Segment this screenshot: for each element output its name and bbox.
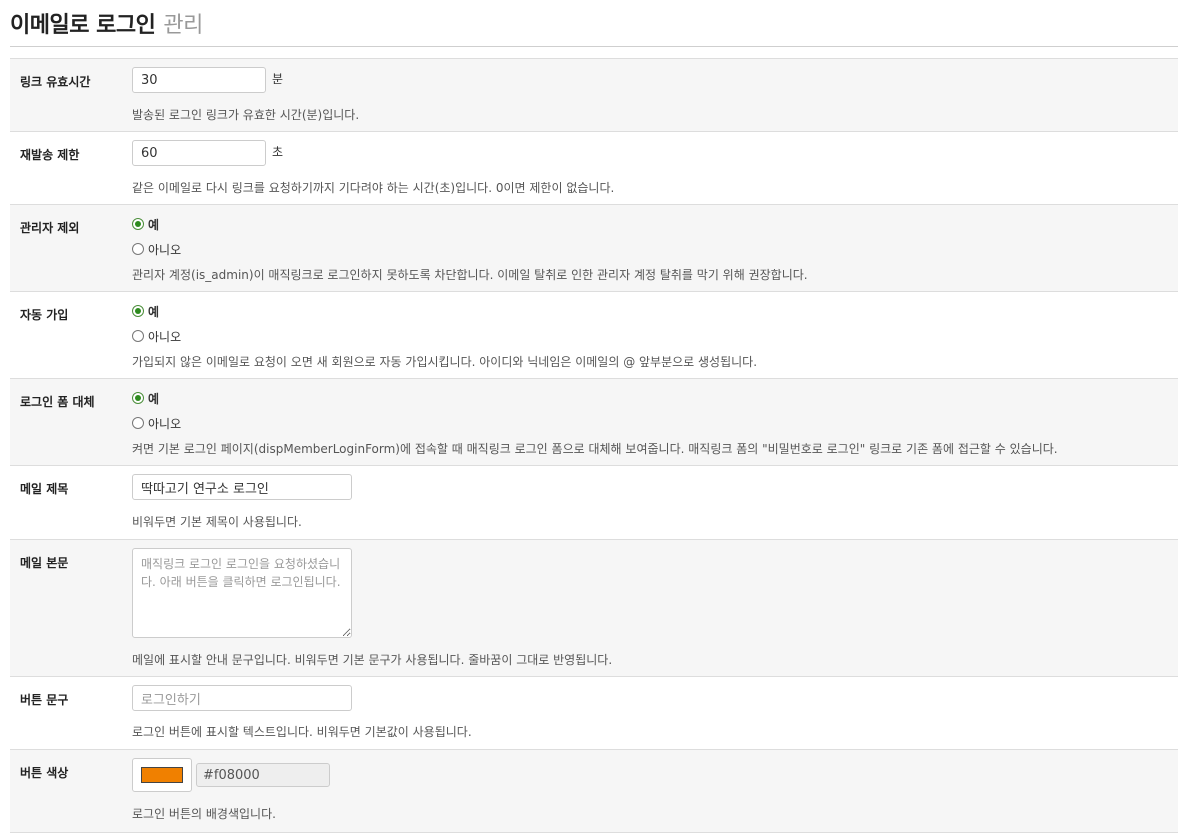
auto-signup-yes-radio[interactable]	[132, 305, 144, 317]
page-title-main: 이메일로 로그인	[10, 13, 156, 38]
link-ttl-control: 30 분	[132, 67, 1168, 93]
color-hex-input: #f08000	[196, 763, 330, 787]
exclude-admin-no-option[interactable]: 아니오	[132, 240, 1168, 258]
link-ttl-unit: 분	[272, 72, 284, 86]
mail-subject-label: 메일 제목	[20, 482, 69, 496]
mail-body-textarea[interactable]	[132, 548, 352, 638]
exclude-admin-yes-label[interactable]: 예	[148, 216, 159, 233]
auto-signup-no-label[interactable]: 아니오	[148, 328, 181, 345]
row-replace-form: 로그인 폼 대체 예 아니오 켜면 기본 로그인 페이지(dispMemberL…	[10, 379, 1178, 466]
auto-signup-control: 예 아니오	[132, 302, 1168, 345]
replace-form-yes-label[interactable]: 예	[148, 390, 159, 407]
exclude-admin-help: 관리자 계정(is_admin)이 매직링크로 로그인하지 못하도록 차단합니다…	[132, 268, 808, 282]
replace-form-label: 로그인 폼 대체	[20, 395, 95, 409]
resend-control: 60 초	[132, 140, 1168, 166]
settings-form: 링크 유효시간 30 분 발송된 로그인 링크가 유효한 시간(분)입니다. 재발…	[10, 58, 1178, 833]
exclude-admin-label: 관리자 제외	[20, 221, 80, 235]
row-link-ttl: 링크 유효시간 30 분 발송된 로그인 링크가 유효한 시간(분)입니다.	[10, 59, 1178, 132]
replace-form-no-option[interactable]: 아니오	[132, 414, 1168, 432]
button-text-input[interactable]: 로그인하기	[132, 685, 352, 711]
button-text-label: 버튼 문구	[20, 693, 69, 707]
mail-body-label: 메일 본문	[20, 556, 69, 570]
mail-subject-control: 딱따고기 연구소 로그인	[132, 474, 1168, 500]
replace-form-yes-option[interactable]: 예	[132, 389, 1168, 407]
row-mail-subject: 메일 제목 딱따고기 연구소 로그인 비워두면 기본 제목이 사용됩니다.	[10, 466, 1178, 540]
replace-form-control: 예 아니오	[132, 389, 1168, 432]
resend-unit: 초	[272, 145, 284, 159]
mail-body-control	[132, 548, 1168, 641]
page-title: 이메일로 로그인 관리	[10, 0, 1178, 47]
color-picker-button[interactable]	[132, 758, 192, 792]
button-color-label: 버튼 색상	[20, 766, 69, 780]
exclude-admin-yes-option[interactable]: 예	[132, 215, 1168, 233]
exclude-admin-control: 예 아니오	[132, 215, 1168, 258]
auto-signup-help: 가입되지 않은 이메일로 요청이 오면 새 회원으로 자동 가입시킵니다. 아이…	[132, 355, 758, 369]
link-ttl-input[interactable]: 30	[132, 67, 266, 93]
auto-signup-no-radio[interactable]	[132, 330, 144, 342]
button-text-control: 로그인하기	[132, 685, 1168, 711]
row-mail-body: 메일 본문 메일에 표시할 안내 문구입니다. 비워두면 기본 문구가 사용됩니…	[10, 540, 1178, 677]
exclude-admin-yes-radio[interactable]	[132, 218, 144, 230]
resend-help: 같은 이메일로 다시 링크를 요청하기까지 기다려야 하는 시간(초)입니다. …	[132, 181, 615, 195]
exclude-admin-no-radio[interactable]	[132, 243, 144, 255]
mail-body-help: 메일에 표시할 안내 문구입니다. 비워두면 기본 문구가 사용됩니다. 줄바꿈…	[132, 653, 613, 667]
row-resend: 재발송 제한 60 초 같은 이메일로 다시 링크를 요청하기까지 기다려야 하는…	[10, 132, 1178, 205]
link-ttl-label: 링크 유효시간	[20, 75, 91, 89]
row-auto-signup: 자동 가입 예 아니오 가입되지 않은 이메일로 요청이 오면 새 회원으로 자…	[10, 292, 1178, 379]
page-title-sub: 관리	[163, 13, 203, 38]
row-button-text: 버튼 문구 로그인하기 로그인 버튼에 표시할 텍스트입니다. 비워두면 기본값…	[10, 677, 1178, 750]
mail-subject-help: 비워두면 기본 제목이 사용됩니다.	[132, 515, 302, 529]
auto-signup-no-option[interactable]: 아니오	[132, 327, 1168, 345]
row-button-color: 버튼 색상 #f08000 로그인 버튼의 배경색입니다.	[10, 750, 1178, 833]
link-ttl-help: 발송된 로그인 링크가 유효한 시간(분)입니다.	[132, 108, 360, 122]
row-exclude-admin: 관리자 제외 예 아니오 관리자 계정(is_admin)이 매직링크로 로그인…	[10, 205, 1178, 292]
button-color-help: 로그인 버튼의 배경색입니다.	[132, 807, 276, 821]
replace-form-no-radio[interactable]	[132, 417, 144, 429]
auto-signup-yes-label[interactable]: 예	[148, 303, 159, 320]
exclude-admin-no-label[interactable]: 아니오	[148, 241, 181, 258]
button-text-help: 로그인 버튼에 표시할 텍스트입니다. 비워두면 기본값이 사용됩니다.	[132, 725, 472, 739]
resend-label: 재발송 제한	[20, 148, 80, 162]
auto-signup-label: 자동 가입	[20, 308, 69, 322]
replace-form-yes-radio[interactable]	[132, 392, 144, 404]
settings-page: 이메일로 로그인 관리 링크 유효시간 30 분 발송된 로그인 링크가 유효한 …	[0, 0, 1178, 833]
replace-form-no-label[interactable]: 아니오	[148, 415, 181, 432]
auto-signup-yes-option[interactable]: 예	[132, 302, 1168, 320]
replace-form-help: 켜면 기본 로그인 페이지(dispMemberLoginForm)에 접속할 …	[132, 442, 1058, 456]
color-swatch	[141, 767, 183, 783]
mail-subject-input[interactable]: 딱따고기 연구소 로그인	[132, 474, 352, 500]
resend-input[interactable]: 60	[132, 140, 266, 166]
button-color-control: #f08000	[132, 758, 1168, 792]
